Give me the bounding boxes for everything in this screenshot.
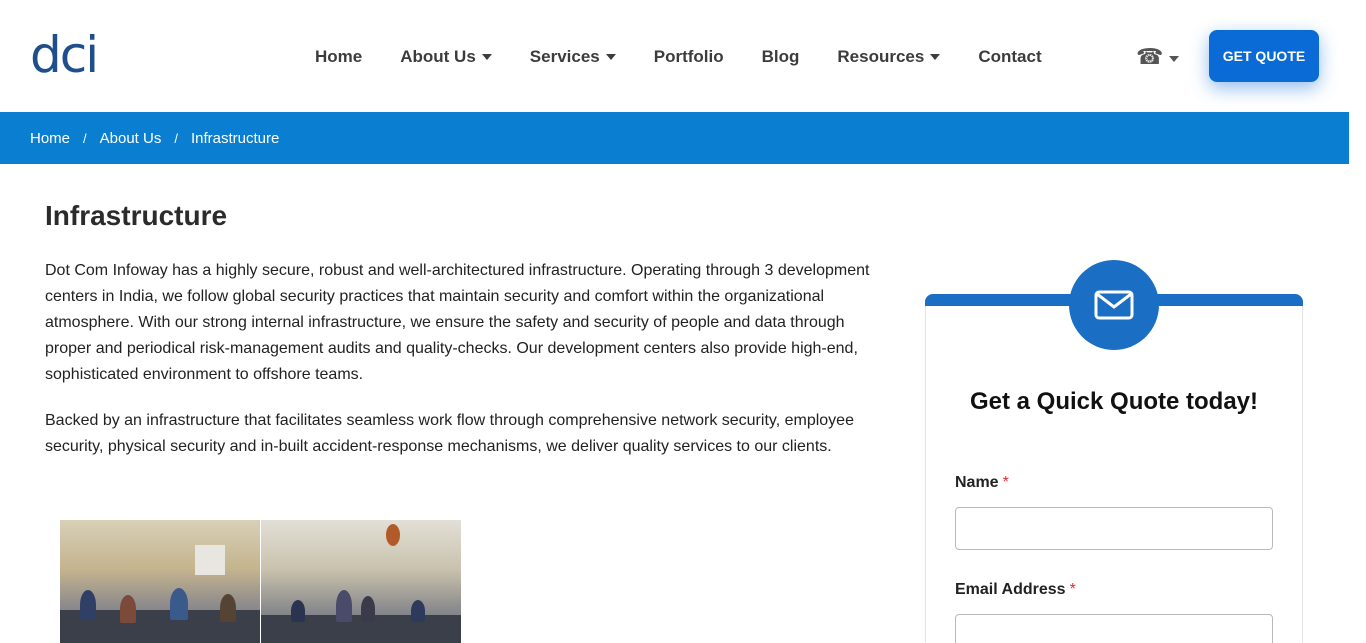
nav-home-label: Home [315,47,363,66]
office-photo-2 [261,520,461,643]
nav-resources-label: Resources [837,47,925,66]
infrastructure-paragraph: Backed by an infrastructure that facilit… [45,412,854,455]
name-label-text: Name [955,474,999,491]
name-field[interactable] [955,507,1273,550]
envelope-icon [1069,260,1159,350]
breadcrumb-separator: / [174,130,178,146]
breadcrumb-current: Infrastructure [190,129,280,147]
get-quote-button[interactable]: GET QUOTE [1209,30,1319,82]
breadcrumb-home[interactable]: Home [30,130,70,147]
breadcrumb-separator: / [83,130,87,146]
phone-dropdown[interactable]: ☎ [1136,44,1180,70]
email-label: Email Address * [955,581,1076,599]
dci-logo[interactable]: dci [30,30,99,80]
nav-services-label: Services [529,47,600,66]
office-photos [60,520,461,643]
nav-blog[interactable]: Blog [743,44,819,70]
nav-services[interactable]: Services [511,44,635,70]
nav-home[interactable]: Home [296,44,381,70]
email-label-text: Email Address [955,581,1066,598]
nav-portfolio[interactable]: Portfolio [635,44,743,70]
nav-resources[interactable]: Resources [818,44,959,70]
main-nav: Home About Us Services Portfolio Blog Re… [296,44,1061,70]
nav-contact-label: Contact [978,47,1042,66]
nav-about-us-label: About Us [400,47,476,66]
required-mark: * [1002,474,1009,491]
site-header: dci Home About Us Services Portfolio Blo… [0,0,1349,112]
quote-card-title: Get a Quick Quote today! [969,388,1259,415]
page-title: Infrastructure [45,200,228,231]
office-photo-1 [60,520,260,643]
caret-down-icon [930,54,941,60]
email-field[interactable] [955,614,1273,643]
breadcrumb: Home / About Us / Infrastructure [0,112,1349,164]
logo-text: dci [30,26,99,84]
nav-contact[interactable]: Contact [959,44,1060,70]
caret-down-icon [1169,56,1180,62]
breadcrumb-about-us[interactable]: About Us [100,130,162,147]
nav-blog-label: Blog [761,47,800,66]
caret-down-icon [481,54,492,60]
telephone-icon: ☎ [1136,44,1164,69]
caret-down-icon [605,54,616,60]
nav-about-us[interactable]: About Us [381,44,511,70]
name-label: Name * [955,474,1009,492]
nav-portfolio-label: Portfolio [653,47,724,66]
intro-paragraph: Dot Com Infoway has a highly secure, rob… [45,262,870,383]
required-mark: * [1069,581,1076,598]
